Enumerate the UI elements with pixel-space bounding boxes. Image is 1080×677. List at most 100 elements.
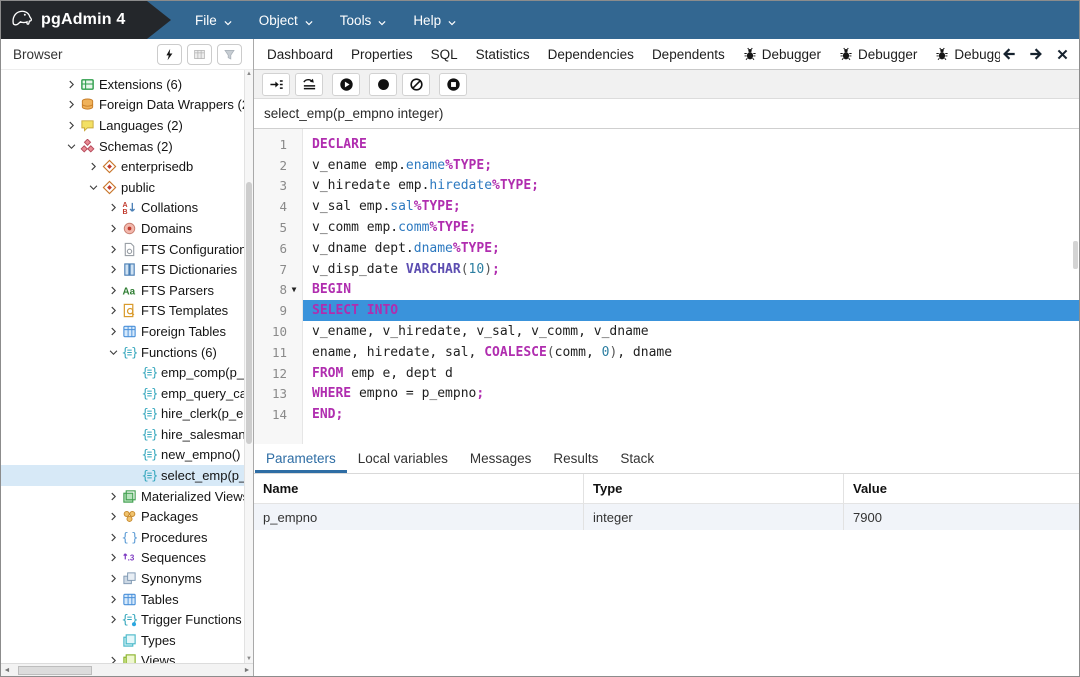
gutter-line-7[interactable]: 7 <box>254 259 302 280</box>
gutter-line-9[interactable]: 9 <box>254 300 302 321</box>
tab-dependencies[interactable]: Dependencies <box>539 47 643 62</box>
tree-item-collations[interactable]: A B Collations <box>1 198 253 219</box>
gutter-line-2[interactable]: 2 <box>254 155 302 176</box>
tree-horizontal-scrollbar[interactable]: ◄ ► <box>1 663 253 676</box>
scroll-up-icon[interactable]: ▲ <box>245 71 253 77</box>
code-line-6[interactable]: v_dname dept. dname %TYPE; <box>303 238 1079 259</box>
chevron-right-icon[interactable] <box>105 614 121 625</box>
column-header-value[interactable]: Value <box>844 474 1079 503</box>
menu-file[interactable]: File <box>195 13 232 28</box>
tree-item-select-emp-p-e[interactable]: {}select_emp(p_e <box>1 465 253 486</box>
tab-sql[interactable]: SQL <box>422 47 467 62</box>
scroll-tabs-right-button[interactable] <box>1029 47 1043 61</box>
chevron-right-icon[interactable] <box>105 202 121 213</box>
code-line-1[interactable]: DECLARE <box>303 134 1079 155</box>
tree-item-functions-6[interactable]: {}Functions (6) <box>1 342 253 363</box>
gutter-line-8[interactable]: 8 ▼ <box>254 280 302 301</box>
code-line-9-active[interactable]: SELECT INTO <box>303 300 1079 322</box>
tree-item-materialized-views[interactable]: Materialized Views <box>1 486 253 507</box>
tab-debugger-2[interactable]: Debugger <box>830 47 926 62</box>
tree-item-fts-templates[interactable]: FTS Templates <box>1 301 253 322</box>
code-line-12[interactable]: FROM emp e, dept d <box>303 363 1079 384</box>
code-line-14[interactable]: END; <box>303 404 1079 425</box>
tree-item-languages-2[interactable]: Languages (2) <box>1 115 253 136</box>
scroll-right-icon[interactable]: ► <box>241 667 253 674</box>
tab-dashboard[interactable]: Dashboard <box>258 47 342 62</box>
gutter-line-10[interactable]: 10 <box>254 321 302 342</box>
menu-tools[interactable]: Tools <box>340 13 386 28</box>
chevron-right-icon[interactable] <box>63 79 79 90</box>
tab-debugger-3[interactable]: Debugger <box>926 47 1000 62</box>
chevron-right-icon[interactable] <box>105 305 121 316</box>
tab-dependents[interactable]: Dependents <box>643 47 734 62</box>
bottom-tab-local-variables[interactable]: Local variables <box>347 444 459 473</box>
code-line-7[interactable]: v_disp_date VARCHAR(10); <box>303 259 1079 280</box>
quick-search-button[interactable] <box>157 43 182 65</box>
scroll-tabs-left-button[interactable] <box>1002 47 1016 61</box>
bottom-tab-parameters[interactable]: Parameters <box>255 444 347 473</box>
chevron-right-icon[interactable] <box>63 99 79 110</box>
tree-item-emp-query-cal[interactable]: {}emp_query_cal <box>1 383 253 404</box>
dependencies-grid-button[interactable] <box>187 43 212 65</box>
tree-item-fts-configurations[interactable]: FTS Configurations <box>1 239 253 260</box>
tree-item-public[interactable]: public <box>1 177 253 198</box>
tree-item-foreign-tables[interactable]: Foreign Tables <box>1 321 253 342</box>
chevron-down-icon[interactable] <box>63 141 79 152</box>
tree-item-extensions-6[interactable]: Extensions (6) <box>1 74 253 95</box>
tree-item-schemas-2[interactable]: Schemas (2) <box>1 136 253 157</box>
chevron-right-icon[interactable] <box>105 491 121 502</box>
tree-item-packages[interactable]: Packages <box>1 506 253 527</box>
chevron-right-icon[interactable] <box>105 511 121 522</box>
gutter-line-11[interactable]: 11 <box>254 342 302 363</box>
gutter-line-14[interactable]: 14 <box>254 404 302 425</box>
chevron-down-icon[interactable] <box>85 182 101 193</box>
tab-properties[interactable]: Properties <box>342 47 422 62</box>
tree-item-domains[interactable]: Domains <box>1 218 253 239</box>
bottom-tab-messages[interactable]: Messages <box>459 444 543 473</box>
chevron-right-icon[interactable] <box>105 573 121 584</box>
step-over-button[interactable] <box>295 72 323 96</box>
tree-item-procedures[interactable]: {}Procedures <box>1 527 253 548</box>
chevron-right-icon[interactable] <box>105 326 121 337</box>
continue-button[interactable] <box>332 72 360 96</box>
tab-debugger-1[interactable]: Debugger <box>734 47 830 62</box>
code-line-4[interactable]: v_sal emp. sal %TYPE; <box>303 196 1079 217</box>
chevron-right-icon[interactable] <box>105 594 121 605</box>
tree-item-synonyms[interactable]: Synonyms <box>1 568 253 589</box>
stop-button[interactable] <box>439 72 467 96</box>
tree-item-enterprisedb[interactable]: enterprisedb <box>1 156 253 177</box>
code-line-13[interactable]: WHERE empno = p_empno; <box>303 384 1079 405</box>
cell-value[interactable]: 7900 <box>844 504 1079 530</box>
chevron-right-icon[interactable] <box>105 285 121 296</box>
code-editor[interactable]: 1 2 3 4 5 6 7 8 ▼ 9 10 11 12 13 14 DECLARE v_ename emp.… <box>254 129 1079 444</box>
scroll-down-icon[interactable]: ▼ <box>245 656 253 662</box>
tree-item-fts-dictionaries[interactable]: FTS Dictionaries <box>1 259 253 280</box>
chevron-down-icon[interactable] <box>105 347 121 358</box>
scroll-left-icon[interactable]: ◄ <box>1 667 13 674</box>
code-line-11[interactable]: ename, hiredate, sal, COALESCE(comm, 0),… <box>303 342 1079 363</box>
chevron-right-icon[interactable] <box>85 161 101 172</box>
chevron-right-icon[interactable] <box>105 532 121 543</box>
menu-help[interactable]: Help <box>413 13 456 28</box>
code-line-8[interactable]: BEGIN <box>303 280 1079 301</box>
filter-button[interactable] <box>217 43 242 65</box>
gutter-line-13[interactable]: 13 <box>254 384 302 405</box>
gutter-line-12[interactable]: 12 <box>254 363 302 384</box>
chevron-right-icon[interactable] <box>105 264 121 275</box>
gutter-line-5[interactable]: 5 <box>254 217 302 238</box>
tree-item-types[interactable]: Types <box>1 630 253 651</box>
chevron-right-icon[interactable] <box>63 120 79 131</box>
chevron-right-icon[interactable] <box>105 223 121 234</box>
column-header-type[interactable]: Type <box>584 474 844 503</box>
gutter-line-4[interactable]: 4 <box>254 196 302 217</box>
clear-all-breakpoints-button[interactable] <box>402 72 430 96</box>
menu-object[interactable]: Object <box>259 13 313 28</box>
chevron-right-icon[interactable] <box>105 244 121 255</box>
code-line-3[interactable]: v_hiredate emp. hiredate %TYPE; <box>303 176 1079 197</box>
tree-horizontal-scrollbar-thumb[interactable] <box>18 666 92 675</box>
gutter-line-6[interactable]: 6 <box>254 238 302 259</box>
tree-item-fts-parsers[interactable]: Aa FTS Parsers <box>1 280 253 301</box>
code-line-10[interactable]: v_ename, v_hiredate, v_sal, v_comm, v_dn… <box>303 321 1079 342</box>
gutter-line-3[interactable]: 3 <box>254 176 302 197</box>
editor-scrollbar-thumb[interactable] <box>1073 241 1078 269</box>
